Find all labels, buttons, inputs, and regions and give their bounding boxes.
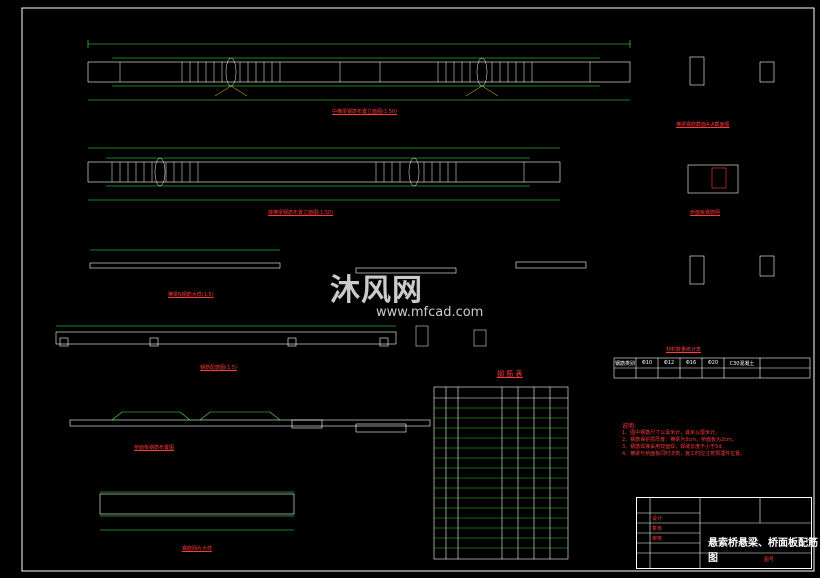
mat-col-3: Φ12 <box>663 360 675 366</box>
watermark-logo: 沐风网 <box>330 273 423 308</box>
view5-label: 桥面板钢筋布置图 <box>134 445 175 451</box>
watermark: 沐风网 www.mfcad.com <box>330 265 483 320</box>
note-4: 4、横梁与桥面板同时浇筑，施工时应注意预埋件位置。 <box>622 451 746 457</box>
view7-label: 桥面板钢筋网 <box>690 210 721 216</box>
drawing-title: 悬索桥悬梁、桥面板配筋图 <box>708 538 818 564</box>
section-details <box>687 56 775 285</box>
mat-col-4: Φ16 <box>685 360 697 366</box>
title-block-row-design: 设计 <box>652 516 663 522</box>
note-3: 3、钢筋焊接采用双面焊，焊缝长度不小于5d。 <box>622 444 727 450</box>
mat-col-2: Φ10 <box>641 360 653 366</box>
view-rebar-detail <box>69 411 431 433</box>
rebar-table-rows <box>434 407 568 549</box>
view6-label: 钢筋网片大样 <box>182 546 213 552</box>
notes-title: 说明: <box>622 423 637 430</box>
view-end-beam-elevation <box>87 147 561 201</box>
rebar-table-title: 钢 筋 表 <box>497 370 523 378</box>
note-2: 2、钢筋保护层厚度：横梁为3cm，桥面板为2cm。 <box>622 437 737 443</box>
note-1: 1、图中钢筋尺寸以毫米计，其余以厘米计。 <box>622 430 721 436</box>
title-block-row-approve: 审核 <box>652 536 663 542</box>
mat-col-5: Φ20 <box>707 360 719 366</box>
view8-label: 横梁钢筋截面A-A截面图 <box>676 122 730 128</box>
title-block-row-check: 复核 <box>652 526 663 532</box>
view-deck-slab <box>55 325 397 347</box>
view-slab-net <box>99 491 295 531</box>
mat-col-1: 钢筋类别 <box>614 361 635 367</box>
view4-label: 钢筋配筋图(1:5) <box>200 365 237 371</box>
material-table-headers: 钢筋类别 Φ10 Φ12 Φ16 Φ20 C30混凝土 <box>614 360 810 367</box>
watermark-url: www.mfcad.com <box>376 305 484 320</box>
material-table-title: 材料数量统计表 <box>666 347 702 353</box>
view3-label: 横梁N钢筋大样(1:5) <box>168 292 214 298</box>
view1-label: 中横梁钢筋布置立面图(1:50) <box>332 109 398 115</box>
mat-col-6: C30混凝土 <box>729 361 755 367</box>
design-notes: 说明: 1、图中钢筋尺寸以毫米计，其余以厘米计。 2、钢筋保护层厚度：横梁为3c… <box>622 423 792 458</box>
view2-label: 端横梁钢筋布置立面图(1:50) <box>268 210 334 216</box>
rebar-table <box>433 386 569 560</box>
view-mid-beam-elevation <box>87 40 631 101</box>
